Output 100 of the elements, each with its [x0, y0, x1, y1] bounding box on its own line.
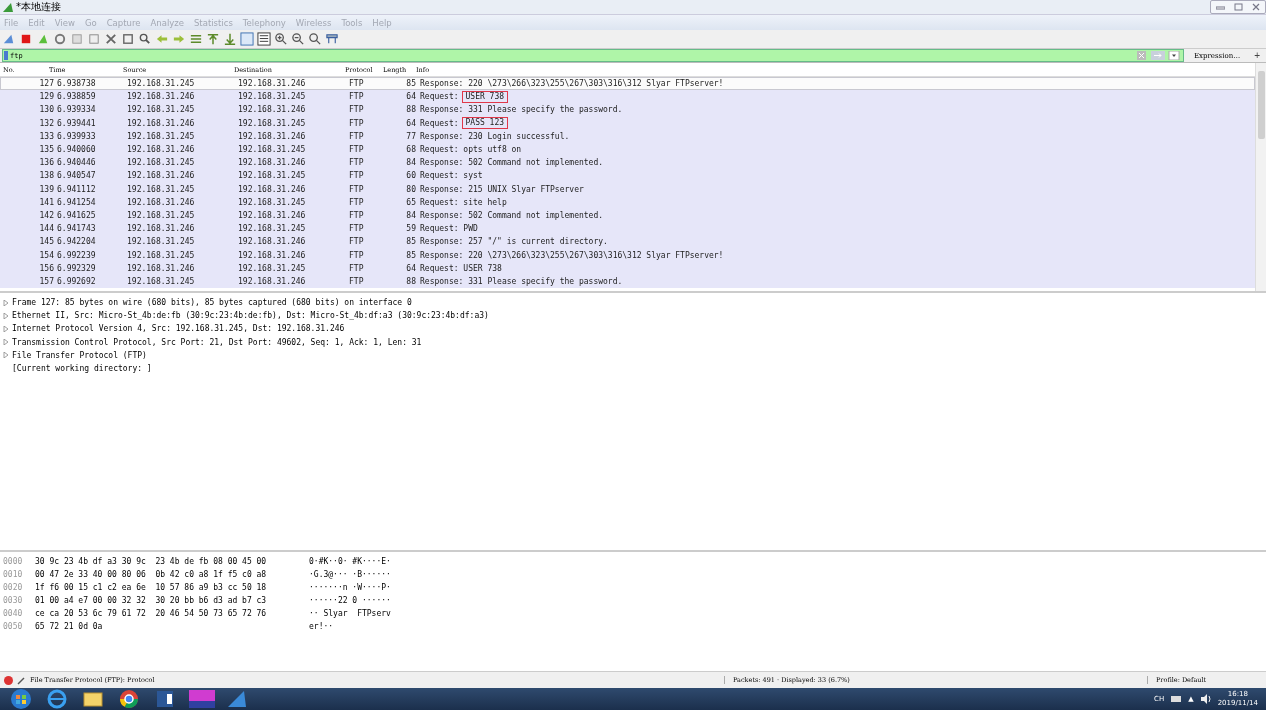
table-cell-text: 157: [38, 276, 54, 286]
minimize-icon[interactable]: [1215, 4, 1225, 10]
table-cell-text: 192.168.31.245: [127, 276, 196, 286]
table-cell-text: 192.168.31.246: [238, 210, 307, 220]
table-cell-text: 192.168.31.246: [127, 197, 196, 207]
zoom-in-icon[interactable]: [274, 32, 288, 46]
forward-icon[interactable]: [172, 32, 186, 46]
highlight-box: USER 738: [461, 90, 509, 103]
table-cell-text: 192.168.31.245: [238, 263, 307, 273]
table-cell: Response: 331 Please specify the password.: [420, 276, 623, 286]
table-cell-text: 192.168.31.246: [127, 92, 196, 102]
table-cell-text: 80: [405, 184, 417, 194]
table-cell-text: 144: [38, 224, 54, 234]
expand-icon[interactable]: [3, 339, 9, 346]
expand-icon[interactable]: [3, 352, 9, 359]
table-cell-text: FTP: [349, 118, 365, 128]
hex-bytes: 1f f6 00 15 c1 c2 ea 6e 10 57 86 a9 b3 cc 50 18: [35, 583, 268, 592]
table-cell-text: FTP: [349, 105, 365, 115]
list-icon[interactable]: [257, 32, 271, 46]
packet-row[interactable]: 130 6.939334 192.168.31.245 192.168.31.246 FTP 88 Response: 331 Please specify the password.: [0, 103, 1255, 117]
table-cell: Request: USER 738: [420, 263, 502, 273]
table-cell-text: 192.168.31.246: [238, 158, 307, 168]
table-cell: Request:: [420, 92, 459, 102]
close-icon[interactable]: [1252, 3, 1260, 11]
table-cell-text: 192.168.31.245: [127, 131, 196, 141]
keyboard-icon[interactable]: [1170, 694, 1183, 704]
table-cell-text: 141: [38, 197, 54, 207]
last-icon[interactable]: [223, 32, 237, 46]
table-cell-text: 85: [405, 79, 417, 89]
tree-item[interactable]: Internet Protocol Version 4, Src: 192.168.31.245, Dst: 192.168.31.246: [12, 324, 345, 334]
table-cell-text: FTP: [349, 171, 365, 181]
table-cell-text: 192.168.31.246: [238, 276, 307, 286]
offset: 0000: [2, 557, 24, 566]
speaker-icon[interactable]: [1199, 694, 1212, 704]
table-cell-text: 6.939933: [56, 131, 97, 141]
packet-row[interactable]: 136 6.940446 192.168.31.245 192.168.31.246 FTP 84 Response: 502 Command not implemented.: [0, 156, 1255, 170]
hex-bytes: 65 72 21 0d 0a: [35, 622, 104, 631]
clear-icon[interactable]: [1134, 51, 1149, 60]
table-cell-text: 85: [405, 237, 417, 247]
table-cell-text: 192.168.31.245: [127, 237, 196, 247]
tree-item[interactable]: Transmission Control Protocol, Src Port: 21, Dst Port: 49602, Seq: 1, Ack: 1, Len: 31: [12, 337, 422, 347]
table-cell-text: FTP: [349, 131, 365, 141]
expand-icon[interactable]: [3, 312, 9, 319]
table-cell-text: 59: [405, 224, 417, 234]
zoom-reset-icon[interactable]: [308, 32, 322, 46]
tree-item[interactable]: Frame 127: 85 bytes on wire (680 bits), 85 bytes captured (680 bits) on interface 0: [12, 298, 412, 308]
ascii-text: ·· Slyar FTPserv: [309, 609, 391, 618]
table-cell: Request: syst: [420, 171, 483, 181]
table-cell-text: FTP: [349, 210, 365, 220]
table-cell-text: 6.942204: [56, 237, 97, 247]
packet-row[interactable]: 145 6.942204 192.168.31.245 192.168.31.246 FTP 85 Response: 257 "/" is current directory.: [0, 235, 1255, 249]
packet-row[interactable]: 144 6.941743 192.168.31.246 192.168.31.245 FTP 59 Request: PWD: [0, 222, 1255, 236]
expand-icon[interactable]: [3, 299, 9, 306]
packet-row[interactable]: 154 6.992239 192.168.31.245 192.168.31.246 FTP 85 Response: 220 \273\266\323\255\267\303\316\312 Slyar FTPserver!: [0, 248, 1255, 262]
expand-icon[interactable]: [3, 325, 9, 332]
table-cell-text: 60: [405, 171, 417, 181]
dropdown-icon[interactable]: [1166, 51, 1181, 60]
table-cell-text: 88: [405, 276, 417, 286]
table-cell-text: 192.168.31.246: [127, 263, 196, 273]
table-cell-text: 64: [405, 118, 417, 128]
status-icon[interactable]: [4, 675, 13, 685]
tree-item[interactable]: [Current working directory: ]: [12, 364, 152, 374]
table-cell-text: 6.992692: [56, 276, 97, 286]
table-cell-text: 192.168.31.245: [127, 158, 196, 168]
tree-item[interactable]: File Transfer Protocol (FTP): [12, 350, 147, 360]
maximize-icon[interactable]: [1233, 3, 1243, 11]
table-cell: Response: 257 "/" is current directory.: [420, 237, 608, 247]
table-cell-text: 192.168.31.246: [238, 105, 307, 115]
table-cell-text: FTP: [349, 250, 365, 260]
stop-icon[interactable]: [19, 32, 33, 46]
packet-row[interactable]: 129 6.938859 192.168.31.246 192.168.31.245 FTP 64 Request: USER 738: [0, 90, 1255, 104]
table-cell-text: 135: [38, 145, 54, 155]
table-cell-text: 68: [405, 145, 417, 155]
table-cell-text: 138: [38, 171, 54, 181]
table-cell: Response: 220 \273\266\323\255\267\303\316\312 Slyar FTPserver!: [420, 79, 724, 89]
packet-row[interactable]: 138 6.940547 192.168.31.246 192.168.31.245 FTP 60 Request: syst: [0, 169, 1255, 183]
tree-item[interactable]: Ethernet II, Src: Micro-St_4b:de:fb (30:9c:23:4b:de:fb), Dst: Micro-St_4b:df:a3 (30:9c:23:4b:df:a3): [12, 311, 489, 321]
offset: 0030: [2, 596, 24, 605]
table-cell-text: 192.168.31.245: [238, 171, 307, 181]
first-icon[interactable]: [206, 32, 220, 46]
table-cell-text: FTP: [349, 263, 365, 273]
table-cell-text: 192.168.31.245: [127, 210, 196, 220]
table-cell-text: 129: [38, 92, 54, 102]
table-cell-text: 192.168.31.245: [238, 118, 307, 128]
search-icon[interactable]: [138, 32, 152, 46]
pencil-icon[interactable]: [17, 675, 26, 685]
table-cell-text: FTP: [349, 224, 365, 234]
offset: 0010: [2, 570, 24, 579]
add-filter-button[interactable]: +: [1250, 50, 1264, 61]
close-icon[interactable]: [104, 32, 118, 46]
scrollbar[interactable]: [1255, 63, 1266, 291]
table-cell-text: 6.940547: [56, 171, 97, 181]
table-cell-text: 6.992239: [56, 250, 97, 260]
zoom-out-icon[interactable]: [291, 32, 305, 46]
table-cell: Response: 502 Command not implemented.: [420, 210, 604, 220]
ascii-text: 0·#K··0· #K····E·: [309, 557, 391, 566]
table-cell-text: 132: [38, 118, 54, 128]
table-cell-text: 192.168.31.246: [127, 118, 196, 128]
packet-row[interactable]: 127 6.938738 192.168.31.245 192.168.31.246 FTP 85 Response: 220 \273\266\323\255\267\303\316\312 Slyar FTPserver!: [0, 77, 1255, 91]
hex-bytes: 00 47 2e 33 40 00 80 06 0b 42 c0 a8 1f f5 c0 a8: [35, 570, 268, 579]
